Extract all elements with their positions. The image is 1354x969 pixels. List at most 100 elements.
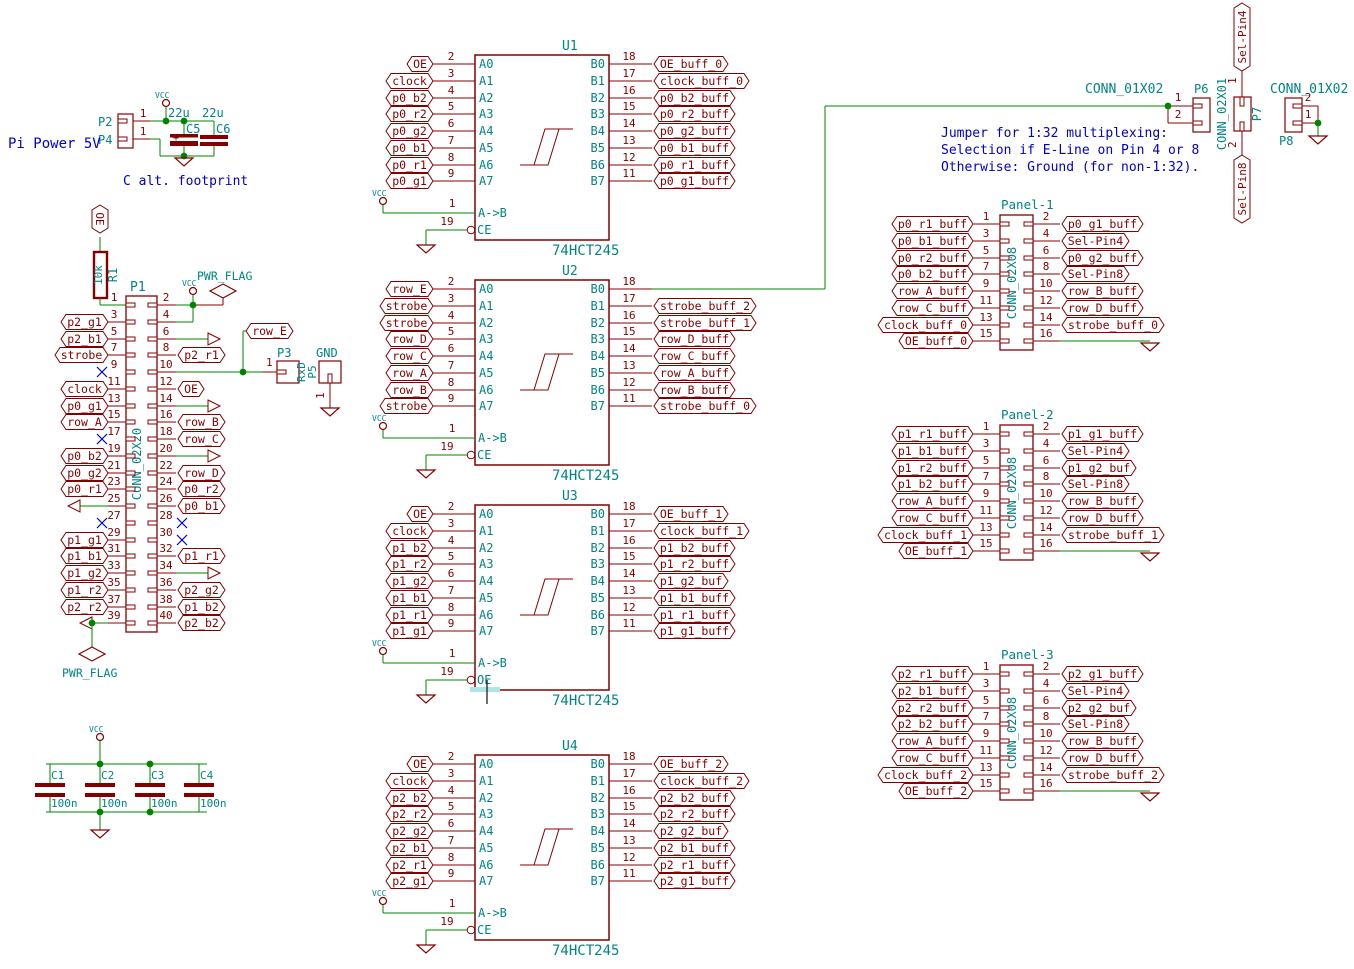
pin-number: 4 xyxy=(448,309,455,322)
connector-pin xyxy=(1024,773,1033,777)
pin-number: 40 xyxy=(159,609,172,622)
connector-pin xyxy=(1240,97,1244,106)
gnd-symbol[interactable] xyxy=(417,245,435,253)
net-label-text: p0_b2_buff xyxy=(660,91,729,105)
connector-pin xyxy=(1024,339,1033,343)
net-label-text: OE_buff_1 xyxy=(905,544,967,558)
schematic-page: P2P411VCC22u22uC5C6+OE10kR1P1CONN_02X201… xyxy=(0,0,1354,969)
note-jumper-line1[interactable]: Jumper for 1:32 multiplexing: xyxy=(941,126,1168,141)
net-label-text: row_B xyxy=(184,415,219,429)
vcc-symbol[interactable] xyxy=(380,198,387,205)
pin-number: 13 xyxy=(979,761,992,774)
gnd-symbol[interactable] xyxy=(1141,793,1159,801)
capacitor-plate xyxy=(85,783,115,787)
pin-number: 35 xyxy=(107,576,120,589)
pin-number: 18 xyxy=(622,50,635,63)
gnd-symbol[interactable] xyxy=(417,945,435,953)
net-label-text: p2_b1_buff xyxy=(898,684,967,698)
pin-number: 32 xyxy=(159,542,172,555)
gnd-symbol[interactable] xyxy=(1309,136,1327,144)
net-label-text: p1_b2_buff xyxy=(660,541,729,555)
pin-name: B2 xyxy=(591,316,605,330)
edit-cursor-highlight xyxy=(470,687,500,692)
pin-number: 8 xyxy=(448,851,455,864)
invert-bubble xyxy=(467,226,475,234)
note-c-alt-footprint[interactable]: C alt. footprint xyxy=(123,174,248,189)
gnd-symbol[interactable] xyxy=(1141,553,1159,561)
pin-name: B6 xyxy=(591,608,605,622)
connector-pin xyxy=(1024,499,1033,503)
pin-name: B6 xyxy=(591,383,605,397)
net-label-text: p0_r2_buff xyxy=(660,107,729,121)
net-label-text: p2_r2 xyxy=(67,600,102,614)
connector-pin xyxy=(1000,222,1009,226)
gnd-symbol[interactable] xyxy=(1141,343,1159,351)
net-label-text: clock_buff_2 xyxy=(660,774,743,788)
net-label-text: p0_r1_buff xyxy=(660,158,729,172)
pin-number: 3 xyxy=(448,517,455,530)
pin-name: A->B xyxy=(478,906,507,920)
vcc-symbol[interactable] xyxy=(190,288,197,295)
pwr-flag-symbol[interactable] xyxy=(79,647,105,661)
vcc-symbol[interactable] xyxy=(380,423,387,430)
gnd-symbol[interactable] xyxy=(321,408,339,416)
connector-p8[interactable] xyxy=(1285,98,1302,132)
pin-name: A5 xyxy=(479,591,493,605)
pin-number: 2 xyxy=(1043,660,1050,673)
pin-number: 29 xyxy=(107,526,120,539)
net-label-text: p1_g2_buf xyxy=(660,574,722,588)
connector-pin xyxy=(1024,272,1033,276)
connector-pin xyxy=(148,605,157,609)
connector-pin xyxy=(1024,706,1033,710)
pin-number: 6 xyxy=(1043,454,1050,467)
pin-number: 10 xyxy=(1039,487,1052,500)
connector-pin xyxy=(1024,222,1033,226)
vcc-symbol[interactable] xyxy=(380,648,387,655)
pin-number: 3 xyxy=(111,308,118,321)
net-label-text: p0_g1_buff xyxy=(660,174,729,188)
pin-number: 8 xyxy=(163,341,170,354)
pin-number: 7 xyxy=(448,834,455,847)
net-label-text: p2_r1_buff xyxy=(898,667,967,681)
net-label-text: p1_g1_buff xyxy=(1068,427,1137,441)
connector-pin xyxy=(1000,549,1009,553)
ref-c6: C6 xyxy=(216,122,230,136)
pin-name: A6 xyxy=(479,158,493,172)
pin-name: B4 xyxy=(591,824,605,838)
net-label-text: p1_g1 xyxy=(392,624,427,638)
net-label-text: row_D xyxy=(392,332,427,346)
note-jumper-line3[interactable]: Otherwise: Ground (for non-1:32). xyxy=(941,160,1199,175)
net-label-text: strobe_buff_2 xyxy=(1068,768,1158,782)
pin-number: 20 xyxy=(159,442,172,455)
invert-bubble xyxy=(467,676,475,684)
ref-u3: U3 xyxy=(562,489,578,504)
vcc-symbol[interactable] xyxy=(97,734,104,741)
net-label-text: strobe xyxy=(61,348,103,362)
pin-number: 19 xyxy=(440,440,453,453)
pin-number: 15 xyxy=(622,325,635,338)
connector-p6[interactable] xyxy=(1193,98,1210,132)
net-label-text: p0_g2_buff xyxy=(660,124,729,138)
connector-pin xyxy=(126,387,135,391)
net-label-text: p1_r2_buff xyxy=(898,461,967,475)
pin-number: 13 xyxy=(979,311,992,324)
connector-pin xyxy=(126,437,135,441)
pin-name: A4 xyxy=(479,574,493,588)
gnd-symbol[interactable] xyxy=(91,830,109,838)
note-jumper-line2[interactable]: Selection if E-Line on Pin 4 or 8 xyxy=(941,143,1199,158)
pin-number: 7 xyxy=(448,584,455,597)
connector-pin xyxy=(1024,789,1033,793)
net-label-text: Sel-Pin8 xyxy=(1068,267,1123,281)
pin-number: 9 xyxy=(448,867,455,880)
gnd-symbol[interactable] xyxy=(417,470,435,478)
gnd-symbol[interactable] xyxy=(417,695,435,703)
pin-number: 1 xyxy=(449,197,456,210)
pin-number: 3 xyxy=(448,292,455,305)
vcc-symbol[interactable] xyxy=(380,898,387,905)
note-pi-power[interactable]: Pi Power 5V xyxy=(8,136,101,152)
connector-pin xyxy=(1000,432,1009,436)
pwr-flag-symbol[interactable] xyxy=(210,284,236,298)
pin-number: 14 xyxy=(159,392,173,405)
net-label-text: p2_g2_buf xyxy=(1068,701,1130,715)
net-label-text: p0_r1 xyxy=(392,158,427,172)
